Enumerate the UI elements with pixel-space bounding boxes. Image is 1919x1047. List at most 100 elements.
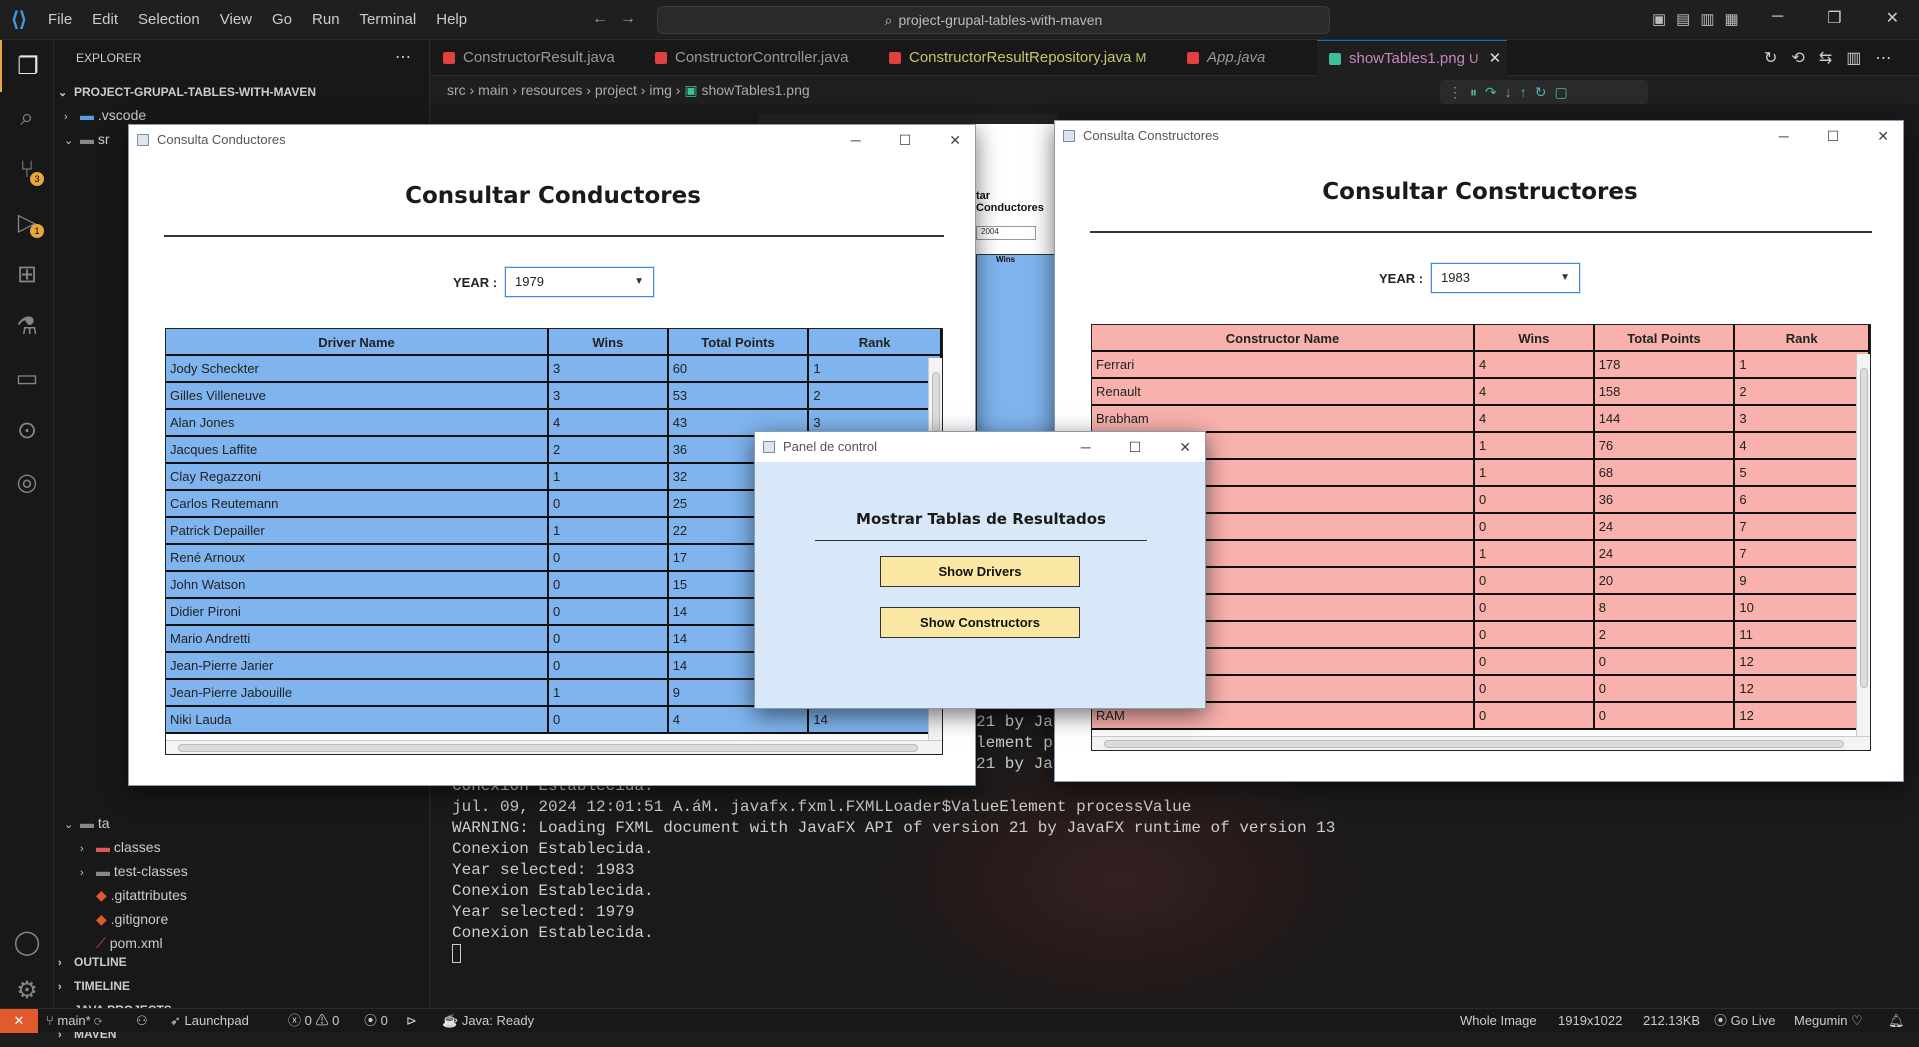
minimize-icon[interactable]: ─ [1772, 8, 1783, 28]
show-constructors-button[interactable]: Show Constructors [880, 607, 1080, 638]
show-drivers-button[interactable]: Show Drivers [880, 556, 1080, 587]
tree-item-classes[interactable]: › ▬ classes [80, 835, 161, 859]
maximize-icon[interactable]: ☐ [1129, 432, 1142, 462]
branch-item[interactable]: ⑂ main* ⟳ [46, 1009, 102, 1033]
command-center-search[interactable]: ⌕ project-grupal-tables-with-maven [657, 6, 1330, 34]
constructors-year-select[interactable]: 1983 ▼ [1431, 263, 1580, 293]
close-icon[interactable]: ✕ [949, 125, 961, 155]
account-icon[interactable]: ◯ [0, 916, 54, 968]
minimize-icon[interactable]: ─ [1779, 121, 1789, 151]
go-live-item[interactable]: ⦿ Go Live [1714, 1009, 1775, 1033]
extensions-icon[interactable]: ⊞ [0, 248, 54, 300]
folder-icon[interactable]: ▭ [0, 352, 54, 404]
accounts-icon[interactable]: ⚇ [136, 1009, 148, 1033]
tree-item-gitattributes[interactable]: ◆ .gitattributes [96, 883, 187, 907]
breadcrumb-item[interactable]: src [447, 82, 466, 98]
table-row[interactable]: 0 36 6 [1092, 487, 1870, 514]
run-icon[interactable]: ⊳ [406, 1009, 417, 1033]
minimize-icon[interactable]: ─ [851, 125, 861, 155]
close-icon[interactable]: ✕ [1877, 121, 1889, 151]
table-row[interactable]: 0 0 12 [1092, 676, 1870, 703]
column-header[interactable]: Rank [1735, 325, 1870, 350]
table-row[interactable]: Gilles Villeneuve 3 53 2 [166, 383, 942, 410]
java-status-item[interactable]: ☕ Java: Ready [442, 1009, 534, 1033]
drivers-year-select[interactable]: 1979 ▼ [505, 267, 654, 297]
problems-item[interactable]: ⓧ 0 ⚠ 0 [288, 1009, 339, 1033]
column-header[interactable]: Wins [1475, 325, 1595, 350]
testing-icon[interactable]: ⚗ [0, 300, 54, 352]
tree-item-test-classes[interactable]: › ▬ test-classes [80, 859, 188, 883]
table-row[interactable]: 0 2 11 [1092, 622, 1870, 649]
menu-go[interactable]: Go [262, 0, 302, 40]
menu-selection[interactable]: Selection [128, 0, 210, 40]
whole-image-item[interactable]: Whole Image [1460, 1009, 1537, 1033]
menu-run[interactable]: Run [302, 0, 350, 40]
table-row[interactable]: 0 8 10 [1092, 595, 1870, 622]
table-row[interactable]: 1 76 4 [1092, 433, 1870, 460]
table-row[interactable]: 1 68 5 [1092, 460, 1870, 487]
run-debug-icon[interactable]: ▷ 1 [0, 196, 54, 248]
tab-constructor-result[interactable]: ConstructorResult.java [431, 40, 641, 76]
breadcrumb-item[interactable]: img [649, 82, 672, 98]
tree-item-gitignore[interactable]: ◆ .gitignore [96, 907, 168, 931]
menu-edit[interactable]: Edit [82, 0, 128, 40]
table-row[interactable]: Jody Scheckter 3 60 1 [166, 356, 942, 383]
maximize-icon[interactable]: ☐ [899, 125, 912, 155]
git-graph-icon[interactable]: ⊙ [0, 404, 54, 456]
table-row[interactable]: Brabham 4 144 3 [1092, 406, 1870, 433]
menu-view[interactable]: View [210, 0, 262, 40]
column-header[interactable]: Wins [549, 329, 669, 354]
minimize-icon[interactable]: ─ [1081, 432, 1091, 462]
vertical-scrollbar[interactable] [1856, 354, 1870, 736]
window-controls[interactable]: ─ ❐ ✕ [1772, 8, 1899, 28]
search-icon[interactable]: ⌕ [0, 92, 54, 144]
horizontal-scrollbar[interactable] [1092, 736, 1870, 750]
table-row[interactable]: Renault 4 158 2 [1092, 379, 1870, 406]
close-icon[interactable]: ✕ [1886, 8, 1899, 28]
ports-item[interactable]: ⦿ 0 [364, 1009, 388, 1033]
tab-show-tables[interactable]: showTables1.png U ✕ [1317, 40, 1507, 76]
breadcrumb-item[interactable]: main [478, 82, 508, 98]
tree-item-target[interactable]: ⌄ ▬ ta [64, 811, 110, 835]
notifications-bell-icon[interactable]: 🔔︎ [1888, 1009, 1905, 1033]
restore-icon[interactable]: ❐ [1827, 8, 1841, 28]
menu-terminal[interactable]: Terminal [350, 0, 427, 40]
table-row[interactable]: 0 20 9 [1092, 568, 1870, 595]
close-tab-icon[interactable]: ✕ [1489, 50, 1502, 67]
scrollbar-thumb[interactable] [932, 372, 940, 432]
launchpad-item[interactable]: ➶ Launchpad [170, 1009, 249, 1033]
tab-constructor-result-repository[interactable]: ConstructorResultRepository.java M [877, 40, 1173, 76]
terminal-cursor[interactable] [452, 944, 461, 964]
source-control-icon[interactable]: ⑂ 3 [0, 144, 54, 196]
table-row[interactable]: 0 24 7 [1092, 514, 1870, 541]
breadcrumb-item[interactable]: resources [521, 82, 582, 98]
breadcrumb-item[interactable]: showTables1.png [701, 82, 809, 98]
user-item[interactable]: Megumin ♡ [1794, 1009, 1863, 1033]
table-row[interactable]: Ferrari 4 178 1 [1092, 352, 1870, 379]
tab-app[interactable]: App.java [1175, 40, 1315, 76]
remote-explorer-icon[interactable]: ◎ [0, 456, 54, 508]
tab-constructor-controller[interactable]: ConstructorController.java [643, 40, 875, 76]
column-header[interactable]: Rank [809, 329, 942, 354]
column-header[interactable]: Total Points [669, 329, 810, 354]
nav-arrows[interactable]: ←→ [592, 10, 648, 28]
table-row[interactable]: 0 0 12 [1092, 649, 1870, 676]
table-row[interactable]: Niki Lauda 0 4 14 [166, 707, 942, 734]
tree-item-src[interactable]: ⌄ ▬ sr [64, 127, 110, 151]
column-header[interactable]: Constructor Name [1092, 325, 1476, 350]
section-timeline[interactable]: › TIMELINE [58, 974, 130, 998]
table-row[interactable]: RAM 0 0 12 [1092, 703, 1870, 730]
menu-help[interactable]: Help [426, 0, 477, 40]
explorer-icon[interactable]: ❐ [0, 40, 54, 92]
maximize-icon[interactable]: ☐ [1827, 121, 1840, 151]
table-row[interactable]: 1 24 7 [1092, 541, 1870, 568]
scrollbar-thumb[interactable] [1860, 368, 1868, 688]
breadcrumb-item[interactable]: project [595, 82, 637, 98]
close-icon[interactable]: ✕ [1179, 432, 1191, 462]
horizontal-scrollbar[interactable] [166, 740, 942, 754]
editor-actions[interactable]: ↻⟲⇆▥⋯ [1764, 48, 1905, 68]
layout-toggle-icons[interactable]: ▣▤▥▦ [1652, 10, 1749, 28]
debug-toolbar[interactable]: ⋮⏸↷↓↑↻▢ [1440, 80, 1648, 104]
column-header[interactable]: Driver Name [166, 329, 549, 354]
scrollbar-thumb[interactable] [178, 744, 918, 752]
